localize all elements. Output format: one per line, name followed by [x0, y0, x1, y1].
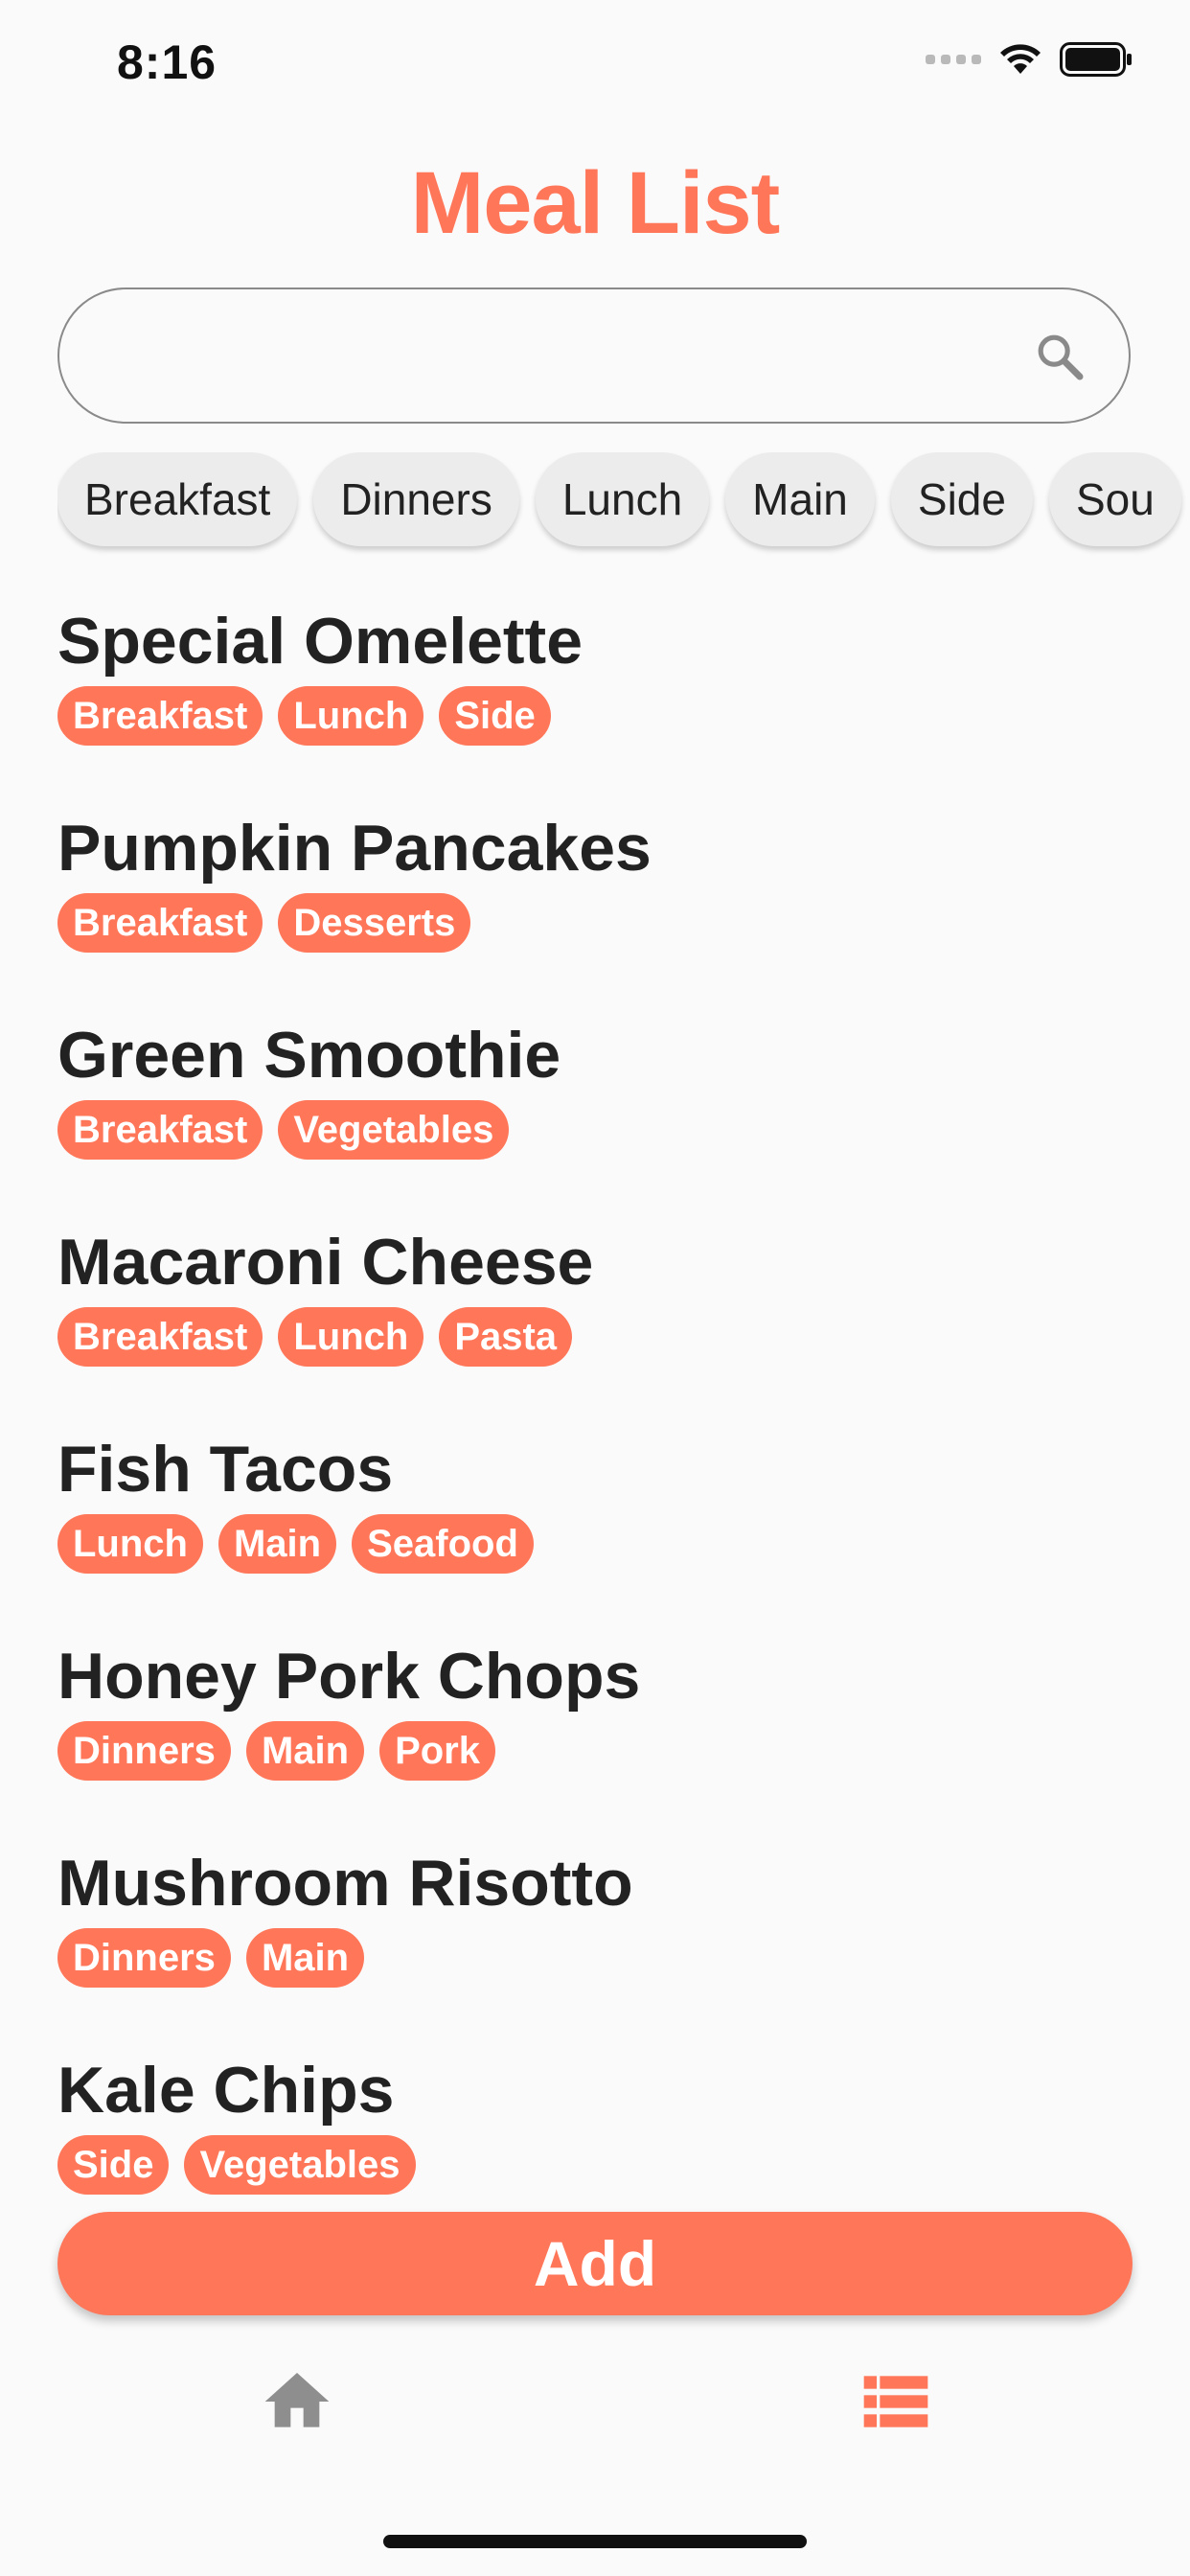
status-icons — [926, 42, 1133, 77]
meal-name: Green Smoothie — [57, 1019, 561, 1092]
meal-item[interactable]: Honey Pork Chops Dinners Main Pork — [57, 1629, 1131, 1836]
search-input[interactable] — [98, 318, 1021, 397]
wifi-icon — [1000, 44, 1041, 74]
filter-chip-main[interactable]: Main — [725, 452, 875, 546]
meal-tag: Breakfast — [57, 686, 263, 746]
meal-tag: Desserts — [278, 893, 471, 953]
filter-chip-breakfast[interactable]: Breakfast — [57, 452, 298, 546]
meal-name: Mushroom Risotto — [57, 1847, 633, 1920]
meal-item[interactable]: Pumpkin Pancakes Breakfast Desserts — [57, 801, 1131, 1008]
filter-chip-soups[interactable]: Sou — [1048, 452, 1181, 546]
meal-tags: Breakfast Lunch Side — [57, 686, 551, 746]
meal-tag: Lunch — [278, 1307, 424, 1367]
meal-tags: Breakfast Lunch Pasta — [57, 1307, 573, 1367]
meal-tag: Main — [217, 1514, 337, 1574]
bottom-nav — [0, 2338, 1190, 2463]
meal-name: Kale Chips — [57, 2054, 395, 2127]
meal-tag: Lunch — [278, 686, 424, 746]
meal-item[interactable]: Green Smoothie Breakfast Vegetables — [57, 1008, 1131, 1215]
home-indicator — [383, 2535, 807, 2548]
meal-tag: Breakfast — [57, 893, 263, 953]
meal-name: Fish Tacos — [57, 1433, 394, 1506]
status-time: 8:16 — [117, 35, 217, 89]
meal-item[interactable]: Fish Tacos Lunch Main Seafood — [57, 1422, 1131, 1629]
add-button[interactable]: Add — [57, 2212, 1133, 2315]
meal-tag: Main — [245, 1928, 365, 1988]
home-icon[interactable] — [259, 2363, 335, 2440]
meal-item[interactable]: Special Omelette Breakfast Lunch Side — [57, 594, 1131, 801]
meal-tag: Breakfast — [57, 1307, 263, 1367]
page-title: Meal List — [410, 154, 781, 252]
meal-tag: Main — [245, 1721, 365, 1781]
filter-chip-lunch[interactable]: Lunch — [535, 452, 710, 546]
list-icon[interactable] — [858, 2363, 934, 2440]
meal-tag: Side — [57, 2135, 170, 2195]
meal-tag: Lunch — [57, 1514, 203, 1574]
filter-chip-side[interactable]: Side — [890, 452, 1033, 546]
filter-chip-dinners[interactable]: Dinners — [313, 452, 519, 546]
meal-tag: Breakfast — [57, 1100, 263, 1160]
cellular-signal-icon — [926, 55, 981, 64]
meal-tags: Dinners Main — [57, 1928, 365, 1988]
meal-name: Honey Pork Chops — [57, 1640, 641, 1713]
meal-tag: Vegetables — [278, 1100, 510, 1160]
search-icon[interactable] — [1033, 330, 1087, 383]
meal-tags: Breakfast Desserts — [57, 893, 471, 953]
meal-list: Special Omelette Breakfast Lunch Side Pu… — [57, 594, 1131, 2250]
meal-tags: Side Vegetables — [57, 2135, 416, 2195]
filter-chip-row: Breakfast Dinners Lunch Main Side Sou — [57, 452, 1190, 558]
meal-tags: Dinners Main Pork — [57, 1721, 495, 1781]
meal-tags: Lunch Main Seafood — [57, 1514, 534, 1574]
meal-tag: Seafood — [352, 1514, 534, 1574]
meal-name: Special Omelette — [57, 605, 584, 678]
meal-item[interactable]: Mushroom Risotto Dinners Main — [57, 1836, 1131, 2043]
meal-name: Macaroni Cheese — [57, 1226, 594, 1299]
meal-tag: Vegetables — [184, 2135, 416, 2195]
meal-tag: Side — [439, 686, 551, 746]
search-box[interactable] — [57, 288, 1131, 424]
battery-icon — [1060, 42, 1132, 77]
meal-tag: Dinners — [57, 1928, 231, 1988]
meal-name: Pumpkin Pancakes — [57, 812, 652, 885]
meal-item[interactable]: Macaroni Cheese Breakfast Lunch Pasta — [57, 1215, 1131, 1422]
meal-tag: Pasta — [439, 1307, 573, 1367]
meal-tags: Breakfast Vegetables — [57, 1100, 510, 1160]
meal-tag: Pork — [379, 1721, 495, 1781]
meal-tag: Dinners — [57, 1721, 231, 1781]
status-bar: 8:16 — [0, 0, 1190, 126]
